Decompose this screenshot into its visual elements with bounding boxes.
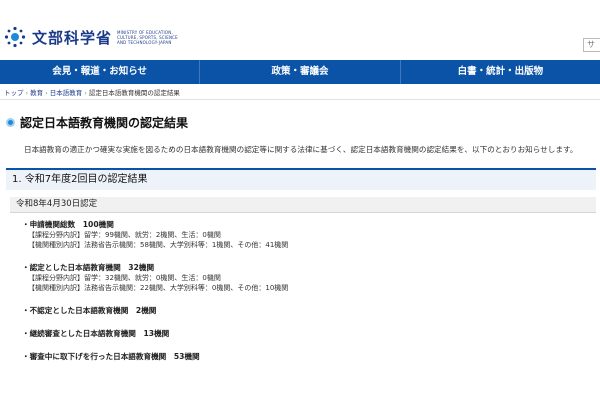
page-title: 認定日本語教育機関の認定結果	[6, 114, 188, 131]
result-item: ・認定とした日本語教育機関 32機関 【課程分野内訳】留学：32機関、就労：0機…	[22, 262, 592, 293]
nav-item-press[interactable]: 会見・報道・お知らせ	[0, 60, 201, 84]
result-item: ・不認定とした日本語教育機関 2機関	[22, 305, 592, 316]
site-header: 文部科学省 MINISTRY OF EDUCATION, CULTURE, SP…	[0, 0, 600, 60]
result-title: ・継続審査とした日本語教育機関 13機関	[22, 329, 170, 338]
result-title: ・不認定とした日本語教育機関 2機関	[22, 306, 157, 315]
result-title: ・申請機関総数 100機関	[22, 220, 114, 229]
breadcrumb-top[interactable]: トップ	[4, 89, 24, 97]
result-title: ・認定とした日本語教育機関 32機関	[22, 263, 155, 272]
chevron-right-icon: ›	[45, 89, 48, 97]
result-detail: 【課程分野内訳】留学：32機関、就労：0機関、生活：0機関	[28, 274, 221, 282]
chevron-right-icon: ›	[84, 89, 87, 97]
results-list: ・申請機関総数 100機関 【課程分野内訳】留学：99機関、就労：2機関、生活：…	[22, 219, 592, 374]
circle-bullet-icon	[6, 118, 15, 127]
mext-emblem-icon	[4, 26, 26, 48]
result-item: ・継続審査とした日本語教育機関 13機関	[22, 328, 592, 339]
divider	[0, 99, 600, 100]
search-input[interactable]: サ	[583, 38, 600, 52]
breadcrumb: トップ › 教育 › 日本語教育 › 認定日本語教育機関の認定結果	[4, 87, 180, 97]
result-detail: 【課程分野内訳】留学：99機関、就労：2機関、生活：0機関	[28, 231, 221, 239]
intro-text: 日本語教育の適正かつ確実な実施を図るための日本語教育機関の認定等に関する法律に基…	[24, 145, 578, 154]
section-heading: 1. 令和7年度2回目の認定結果	[6, 168, 596, 190]
date-heading: 令和8年4月30日認定	[10, 197, 596, 213]
logo-english-name: MINISTRY OF EDUCATION, CULTURE, SPORTS, …	[117, 29, 178, 45]
page-title-text: 認定日本語教育機関の認定結果	[20, 116, 189, 130]
chevron-right-icon: ›	[25, 89, 29, 97]
breadcrumb-japanese-education[interactable]: 日本語教育	[50, 89, 83, 97]
logo-name: 文部科学省	[32, 28, 113, 47]
result-title: ・審査中に取下げを行った日本語教育機関 53機関	[22, 352, 200, 361]
result-detail: 【機関種別内訳】法務省告示機関：22機関、大学別科等：0機関、その他：10機関	[28, 284, 289, 292]
nav-item-policy[interactable]: 政策・審議会	[200, 60, 401, 84]
mext-logo[interactable]: 文部科学省 MINISTRY OF EDUCATION, CULTURE, SP…	[4, 26, 185, 48]
result-detail: 【機関種別内訳】法務省告示機関：58機関、大学別科等：1機関、その他：41機関	[28, 241, 289, 249]
result-item: ・審査中に取下げを行った日本語教育機関 53機関	[22, 351, 592, 362]
breadcrumb-education[interactable]: 教育	[30, 89, 43, 97]
result-item: ・申請機関総数 100機関 【課程分野内訳】留学：99機関、就労：2機関、生活：…	[22, 219, 592, 250]
nav-item-publications[interactable]: 白書・統計・出版物	[401, 60, 600, 84]
global-nav: 会見・報道・お知らせ 政策・審議会 白書・統計・出版物	[0, 60, 600, 84]
breadcrumb-current: 認定日本語教育機関の認定結果	[88, 89, 180, 97]
